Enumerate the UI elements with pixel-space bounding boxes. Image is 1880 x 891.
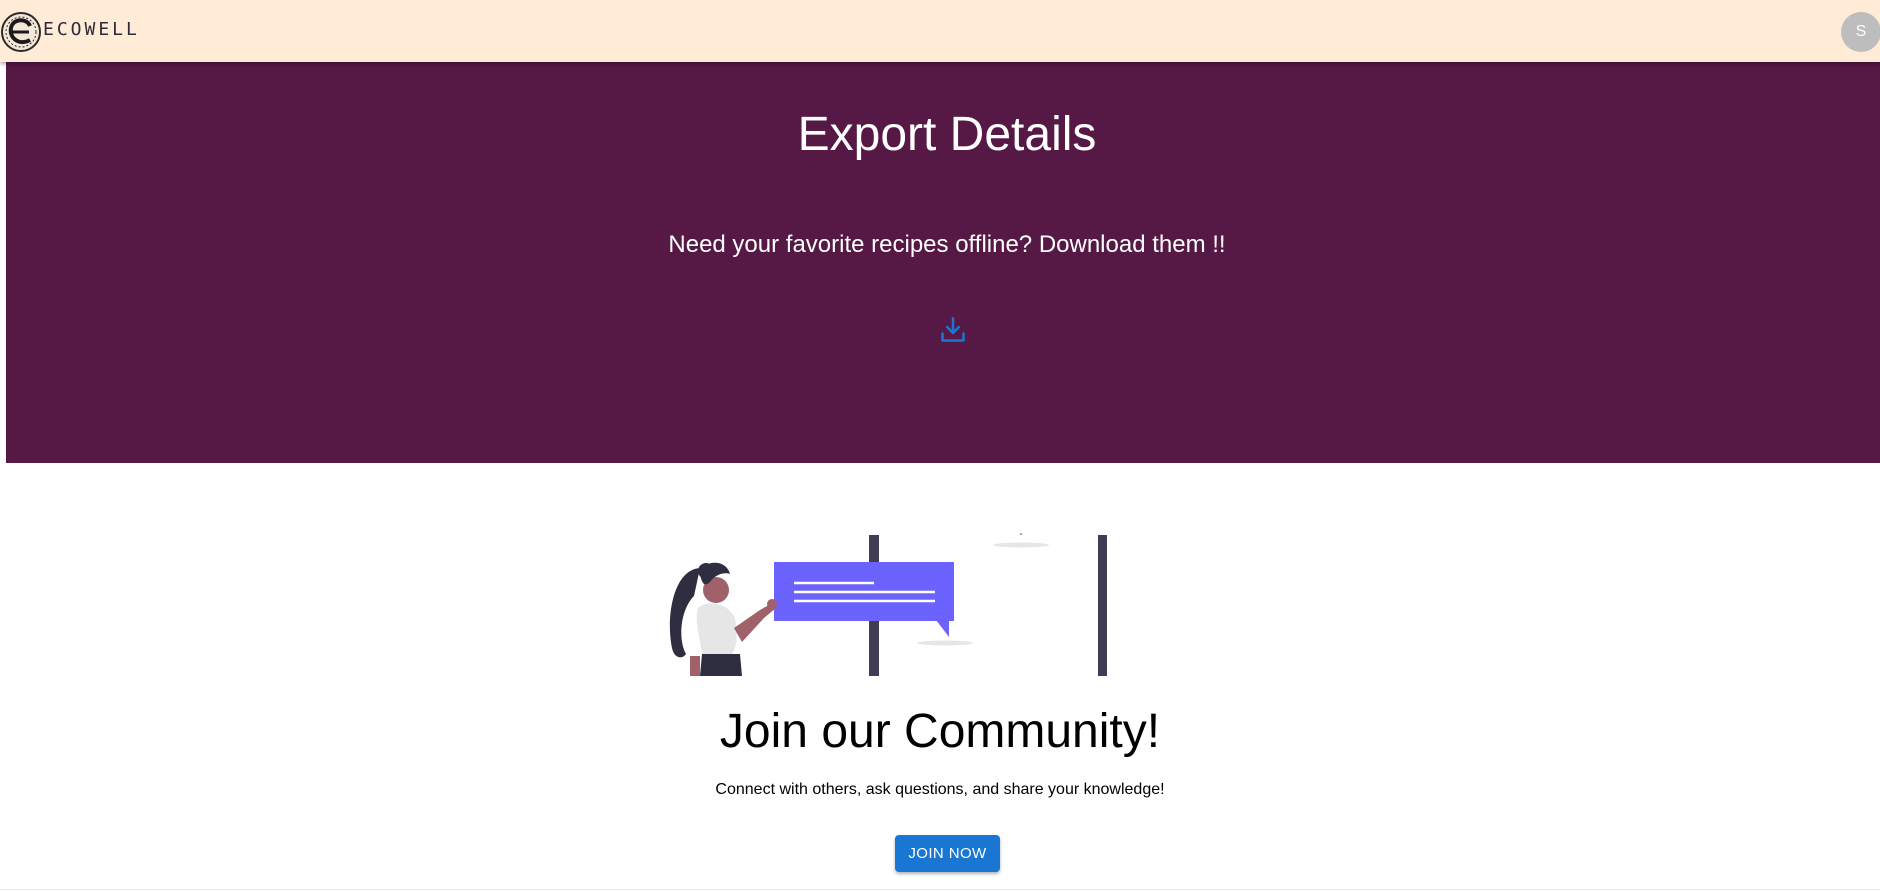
brand-name: ECOWELL — [43, 19, 140, 40]
download-button[interactable] — [925, 302, 981, 358]
join-now-button[interactable]: JOIN NOW — [895, 835, 1000, 872]
community-subtitle: Connect with others, ask questions, and … — [715, 781, 1165, 798]
export-section: Export Details Need your favorite recipe… — [6, 62, 1880, 463]
community-illustration — [669, 533, 1107, 676]
export-title: Export Details — [797, 108, 1097, 161]
download-icon — [941, 317, 965, 342]
export-subtitle: Need your favorite recipes offline? Down… — [668, 231, 1226, 258]
user-avatar[interactable]: S — [1841, 12, 1880, 52]
community-title: Join our Community! — [719, 705, 1161, 758]
app-root: ECOWELL S Export Details Need your favor… — [0, 0, 1880, 891]
avatar-initial: S — [1855, 23, 1867, 40]
ecowell-logo[interactable] — [1, 10, 41, 54]
top-app-bar: ECOWELL S — [0, 0, 1880, 62]
divider — [0, 889, 1880, 890]
